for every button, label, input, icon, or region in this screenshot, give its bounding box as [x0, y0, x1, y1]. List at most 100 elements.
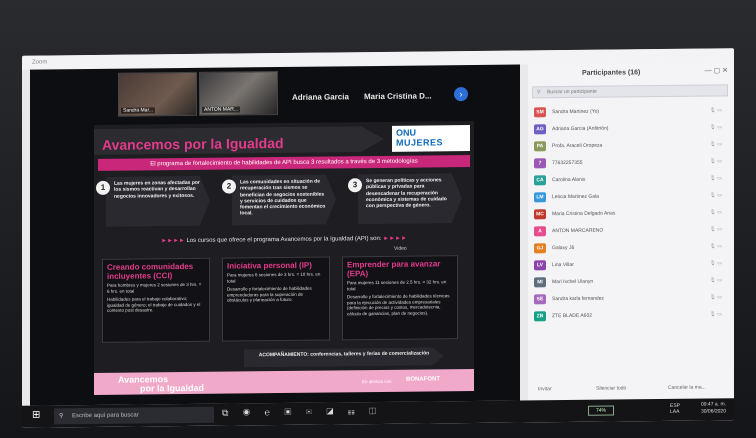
avatar: CA [534, 175, 546, 186]
onu-mujeres-logo: ONU MUJERES [392, 125, 470, 152]
video-tile[interactable]: Sandra Mar... [118, 71, 197, 117]
mic-camera-icon[interactable]: 🎙 ▭ [710, 124, 722, 130]
participant-search-input[interactable]: ⚲ Buscar un participante [532, 84, 728, 99]
avatar: MI [534, 277, 546, 288]
clock-date: 30/06/2020 [700, 408, 726, 415]
step-text: Las mujeres en zonas afectadas por los s… [114, 179, 200, 200]
arrows-decor: ►►►► [161, 238, 185, 245]
mic-camera-icon[interactable]: 🎙 ▭ [710, 175, 722, 181]
video-gallery: Sandra Mar... ANTON MAR... [118, 71, 278, 117]
video-tile-name: Sandra Mar... [121, 107, 156, 114]
participants-header: Participantes (16) [582, 69, 641, 77]
taskbar-search-placeholder: Escribe aquí para buscar [72, 412, 139, 420]
lang-code-2: LAA [669, 408, 680, 415]
participant-list: SM Sandra Martinez (Yo) 🎙 ▭ AG Adriana Garci… [532, 102, 728, 325]
participant-name: Leticia Martinez Gala [552, 193, 599, 201]
shared-slide: Avancemos por la Igualdad ONU MUJERES El… [94, 120, 474, 395]
mic-camera-icon[interactable]: 🎙 ▭ [710, 209, 722, 215]
mic-camera-icon[interactable]: 🎙 ▭ [710, 141, 722, 147]
avatar: GJ [534, 243, 546, 254]
course-title: Emprender para avanzar (EPA) [347, 259, 441, 279]
step-number: 1 [96, 180, 110, 195]
courses-line: ►►►► Los cursos que ofrece el programa A… [98, 235, 470, 249]
participant-row[interactable]: SE Sandra karla fernandez 🎙 ▭ [532, 289, 728, 308]
mic-camera-icon[interactable]: 🎙 ▭ [710, 260, 722, 266]
course-card: Creando comunidades incluyentes (CCI) Pa… [102, 257, 210, 343]
course-desc: Habilidades para el trabajo colaborativo… [107, 295, 201, 313]
course-title: Iniciativa personal (IP) [227, 260, 312, 271]
step: 2 Las comunidades en situación de recupe… [222, 174, 346, 227]
participant-row[interactable]: MC Maria Cristina Delgado Arias 🎙 ▭ [532, 204, 728, 223]
slide-subtitle: El programa de fortalecimiento de habili… [98, 155, 470, 171]
participant-row[interactable]: LM Leticia Martinez Gala 🎙 ▭ [532, 187, 728, 206]
avatar: PA [534, 141, 546, 152]
search-icon: ⚲ [537, 89, 541, 96]
avatar: SE [534, 294, 546, 305]
participant-row[interactable]: AG Adriana Garcia (Anfitrión) 🎙 ▭ [532, 119, 728, 138]
steps-row: 1 Las mujeres en zonas afectadas por los… [96, 173, 472, 233]
mic-camera-icon[interactable]: 🎙 ▭ [710, 107, 722, 113]
avatar: ZB [534, 311, 546, 322]
participant-name: Lina Villar [552, 261, 574, 269]
mute-all-button[interactable]: Silenciar todo [596, 385, 626, 391]
avatar: LM [534, 192, 546, 203]
footer-alliance: En alianza con [362, 378, 392, 385]
windows-start-icon[interactable]: ⊞ [32, 410, 42, 421]
step: 1 Las mujeres en zonas afectadas por los… [96, 176, 220, 229]
taskbar-search-input[interactable]: ⚲ Escribe aquí para buscar [54, 406, 214, 425]
gallery-name[interactable]: Adriana Garcia [292, 92, 349, 102]
participant-row[interactable]: ZB ZTE BLADE A602 🎙 ▭ [532, 306, 728, 325]
participant-search-placeholder: Buscar un participante [547, 88, 597, 96]
participant-row[interactable]: PA Profa. Araceli Oropeza 🎙 ▭ [532, 136, 728, 155]
cancel-button[interactable]: Cancelar la ma... [668, 385, 706, 391]
avatar: MC [534, 209, 546, 220]
slide-title: Avancemos por la Igualdad [102, 134, 284, 153]
mic-camera-icon[interactable]: 🎙 ▭ [710, 243, 722, 249]
course-schedule: Para hombres y mujeres 2 sesiones de 3 h… [107, 281, 202, 294]
battery-indicator[interactable]: 74% [588, 405, 614, 416]
monitor-bezel: Zoom Sandra Mar... ANTON MAR... Adriana … [0, 0, 756, 438]
language-indicator[interactable]: ESP LAA [670, 403, 680, 415]
mic-camera-icon[interactable]: 🎙 ▭ [710, 277, 722, 283]
step-text: Las comunidades en situación de recupera… [240, 178, 326, 217]
chevron-right-icon[interactable]: › [454, 87, 468, 102]
mic-camera-icon[interactable]: 🎙 ▭ [710, 311, 722, 317]
video-tile[interactable]: ANTON MAR... [199, 71, 278, 116]
mic-camera-icon[interactable]: 🎙 ▭ [710, 158, 722, 164]
slide-title-bar: Avancemos por la Igualdad [94, 126, 384, 155]
mic-camera-icon[interactable]: 🎙 ▭ [710, 226, 722, 232]
participants-footer: Invitar Silenciar todo Cancelar la ma... [532, 380, 728, 396]
participant-name: Carolina Alanis [552, 176, 586, 184]
participant-row[interactable]: 7 77632257355 🎙 ▭ [532, 153, 728, 172]
search-icon: ⚲ [59, 413, 64, 420]
mic-camera-icon[interactable]: 🎙 ▭ [710, 294, 722, 300]
minimize-icon[interactable]: — ▢ ✕ [705, 66, 728, 74]
mic-camera-icon[interactable]: 🎙 ▭ [710, 192, 722, 198]
participant-name: Mari Ixchel Ulanyn [552, 278, 594, 286]
course-title: Creando comunidades incluyentes (CCI) [107, 261, 194, 281]
participant-name: Adriana Garcia (Anfitrión) [552, 125, 609, 133]
slide-footer: Avancemos por la Igualdad En alianza con… [94, 368, 474, 395]
participant-row[interactable]: A ANTON MARCARENO 🎙 ▭ [532, 221, 728, 240]
participant-row[interactable]: LV Lina Villar 🎙 ▭ [532, 255, 728, 274]
course-desc: Desarrollo y fortalecimiento de habilida… [347, 293, 450, 316]
participant-name: Maria Cristina Delgado Arias [552, 210, 616, 218]
partner-logo: BONAFONT [406, 376, 440, 383]
participant-name: Sandra karla fernandez [552, 295, 604, 303]
avatar: LV [534, 260, 546, 271]
participant-name: Sandra Martinez (Yo) [552, 108, 600, 116]
video-label: Video [394, 245, 407, 252]
participant-row[interactable]: MI Mari Ixchel Ulanyn 🎙 ▭ [532, 272, 728, 291]
logo-line: MUJERES [396, 137, 444, 148]
participant-row[interactable]: GJ Galaxy J6 🎙 ▭ [532, 238, 728, 257]
course-schedule: Para mujeres 6 sesiones de 3 hrs. = 18 h… [227, 271, 321, 284]
step-number: 3 [348, 178, 362, 193]
step-number: 2 [222, 179, 236, 194]
invite-button[interactable]: Invitar [538, 386, 552, 392]
taskbar-app-icons[interactable]: ⧉ ◉ ℮ ▣ ✉ ◪ ☷ ◫ [222, 406, 382, 419]
participant-row[interactable]: SM Sandra Martinez (Yo) 🎙 ▭ [532, 102, 728, 121]
avatar: AG [534, 124, 546, 135]
participant-row[interactable]: CA Carolina Alanis 🎙 ▭ [532, 170, 728, 189]
step: 3 Se generan políticas y acciones públic… [348, 173, 472, 226]
gallery-name[interactable]: Maria Cristina D... [364, 91, 432, 101]
